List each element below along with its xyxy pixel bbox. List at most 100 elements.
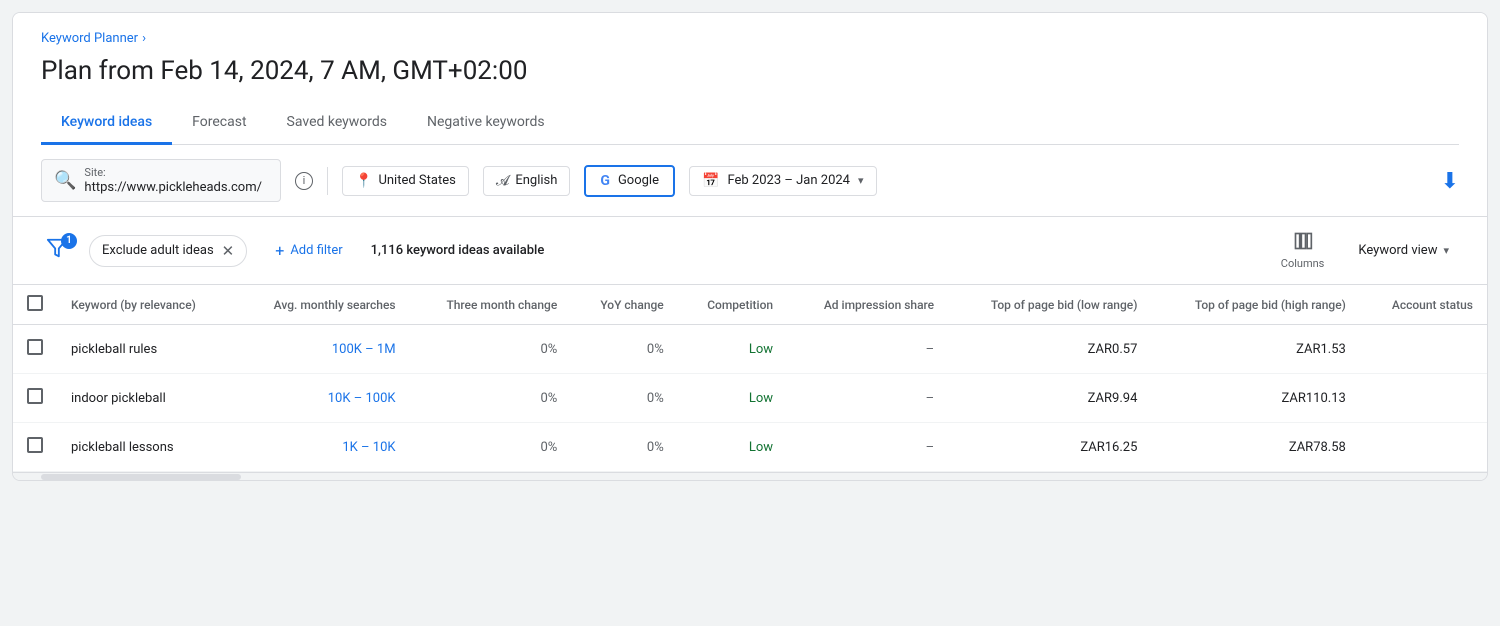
filter-toggle-button[interactable]: 1: [41, 235, 73, 267]
row-competition: Low: [678, 374, 787, 423]
breadcrumb-chevron: ›: [142, 31, 146, 46]
row-checkbox-cell: [13, 325, 57, 374]
table-row: indoor pickleball 10K – 100K 0% 0% Low –…: [13, 374, 1487, 423]
tab-forecast[interactable]: Forecast: [172, 102, 266, 145]
search-engine-filter[interactable]: G Google: [584, 165, 675, 197]
header-competition: Competition: [678, 285, 787, 325]
download-button[interactable]: ⬇: [1441, 168, 1459, 194]
download-icon: ⬇: [1441, 168, 1459, 193]
row-avg-monthly: 10K – 100K: [235, 374, 410, 423]
table-body: pickleball rules 100K – 1M 0% 0% Low – Z…: [13, 325, 1487, 472]
row-checkbox[interactable]: [27, 437, 43, 453]
close-icon[interactable]: ✕: [222, 242, 235, 260]
keyword-view-button[interactable]: Keyword view ▾: [1348, 237, 1459, 264]
site-label: Site:: [84, 166, 262, 179]
info-icon[interactable]: i: [295, 172, 313, 190]
table-header-row: Keyword (by relevance) Avg. monthly sear…: [13, 285, 1487, 325]
site-url: https://www.pickleheads.com/: [84, 180, 262, 195]
location-filter[interactable]: 📍 United States: [342, 166, 469, 196]
header-ad-impression-share: Ad impression share: [787, 285, 948, 325]
row-top-bid-high: ZAR78.58: [1151, 423, 1359, 472]
row-top-bid-low: ZAR16.25: [948, 423, 1151, 472]
row-competition: Low: [678, 325, 787, 374]
row-avg-monthly: 100K – 1M: [235, 325, 410, 374]
language-label: English: [515, 173, 557, 188]
table-row: pickleball lessons 1K – 10K 0% 0% Low – …: [13, 423, 1487, 472]
exclude-chip-label: Exclude adult ideas: [102, 243, 214, 258]
columns-icon: [1293, 231, 1313, 255]
tab-negative-keywords[interactable]: Negative keywords: [407, 102, 565, 145]
site-info: Site: https://www.pickleheads.com/: [84, 166, 262, 195]
row-top-bid-low: ZAR9.94: [948, 374, 1151, 423]
breadcrumb[interactable]: Keyword Planner ›: [41, 31, 1459, 46]
row-yoy-change: 0%: [571, 325, 677, 374]
row-keyword: pickleball rules: [57, 325, 235, 374]
header-checkbox-cell: [13, 285, 57, 325]
add-filter-label: Add filter: [290, 243, 342, 258]
row-top-bid-high: ZAR1.53: [1151, 325, 1359, 374]
date-chevron-icon: ▾: [858, 174, 864, 187]
header-top-bid-low: Top of page bid (low range): [948, 285, 1151, 325]
search-icon: 🔍: [54, 170, 76, 191]
header-top-bid-high: Top of page bid (high range): [1151, 285, 1359, 325]
site-search-box[interactable]: 🔍 Site: https://www.pickleheads.com/: [41, 159, 281, 202]
keyword-view-chevron: ▾: [1443, 244, 1449, 257]
language-icon: 𝓐: [496, 173, 510, 189]
main-container: Keyword Planner › Plan from Feb 14, 2024…: [12, 12, 1488, 481]
row-yoy-change: 0%: [571, 374, 677, 423]
row-competition: Low: [678, 423, 787, 472]
plus-icon: +: [275, 241, 284, 260]
header-keyword: Keyword (by relevance): [57, 285, 235, 325]
table-row: pickleball rules 100K – 1M 0% 0% Low – Z…: [13, 325, 1487, 374]
search-engine-label: Google: [618, 173, 659, 188]
header-avg-monthly: Avg. monthly searches: [235, 285, 410, 325]
header-account-status: Account status: [1360, 285, 1487, 325]
row-avg-monthly: 1K – 10K: [235, 423, 410, 472]
row-ad-impression-share: –: [787, 374, 948, 423]
tab-saved-keywords[interactable]: Saved keywords: [267, 102, 407, 145]
calendar-icon: 📅: [702, 173, 719, 189]
row-top-bid-high: ZAR110.13: [1151, 374, 1359, 423]
filter-badge: 1: [61, 233, 77, 249]
language-filter[interactable]: 𝓐 English: [483, 166, 571, 196]
page-title: Plan from Feb 14, 2024, 7 AM, GMT+02:00: [41, 56, 1459, 86]
row-top-bid-low: ZAR0.57: [948, 325, 1151, 374]
tabs-container: Keyword ideas Forecast Saved keywords Ne…: [41, 102, 1459, 145]
keywords-table: Keyword (by relevance) Avg. monthly sear…: [13, 285, 1487, 472]
filter-bar: 1 Exclude adult ideas ✕ + Add filter 1,1…: [13, 217, 1487, 285]
row-checkbox[interactable]: [27, 339, 43, 355]
tab-keyword-ideas[interactable]: Keyword ideas: [41, 102, 172, 145]
breadcrumb-label: Keyword Planner: [41, 31, 138, 46]
row-account-status: [1360, 423, 1487, 472]
row-account-status: [1360, 374, 1487, 423]
keyword-view-label: Keyword view: [1358, 243, 1437, 258]
date-range-filter[interactable]: 📅 Feb 2023 – Jan 2024 ▾: [689, 166, 877, 196]
toolbar: 🔍 Site: https://www.pickleheads.com/ i 📍…: [13, 145, 1487, 217]
row-ad-impression-share: –: [787, 423, 948, 472]
header-three-month-change: Three month change: [410, 285, 572, 325]
row-keyword: indoor pickleball: [57, 374, 235, 423]
row-ad-impression-share: –: [787, 325, 948, 374]
header-yoy-change: YoY change: [571, 285, 677, 325]
row-checkbox-cell: [13, 374, 57, 423]
row-three-month-change: 0%: [410, 423, 572, 472]
select-all-checkbox[interactable]: [27, 295, 43, 311]
divider-1: [327, 167, 328, 195]
row-yoy-change: 0%: [571, 423, 677, 472]
columns-label: Columns: [1281, 257, 1325, 270]
row-account-status: [1360, 325, 1487, 374]
google-logo: G: [600, 173, 610, 189]
date-range-label: Feb 2023 – Jan 2024: [727, 173, 850, 188]
row-checkbox-cell: [13, 423, 57, 472]
row-keyword: pickleball lessons: [57, 423, 235, 472]
location-icon: 📍: [355, 173, 372, 189]
columns-button[interactable]: Columns: [1273, 227, 1333, 274]
row-checkbox[interactable]: [27, 388, 43, 404]
exclude-adult-chip[interactable]: Exclude adult ideas ✕: [89, 235, 247, 267]
row-three-month-change: 0%: [410, 374, 572, 423]
scrollbar-track[interactable]: [41, 474, 241, 480]
ideas-count: 1,116 keyword ideas available: [371, 243, 545, 258]
row-three-month-change: 0%: [410, 325, 572, 374]
location-label: United States: [378, 173, 455, 188]
add-filter-button[interactable]: + Add filter: [263, 235, 354, 266]
